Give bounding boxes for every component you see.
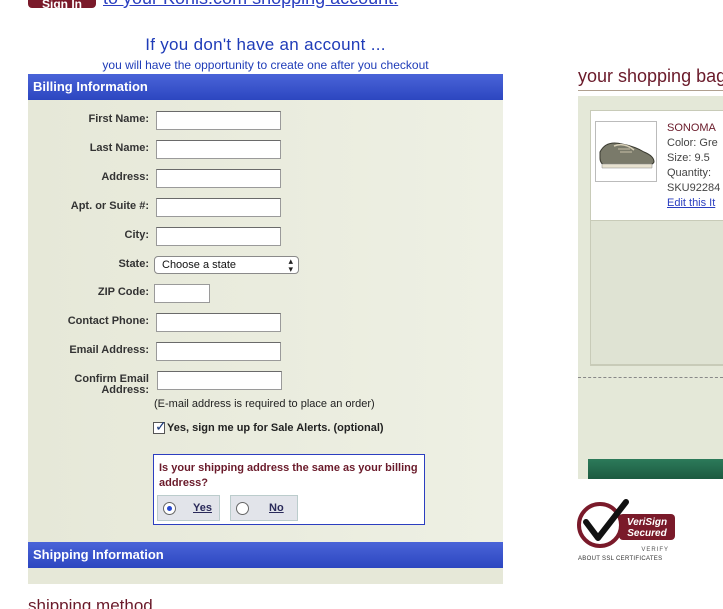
address-field[interactable] — [156, 169, 281, 188]
product-size: Size: 9.5 — [667, 152, 710, 164]
product-thumbnail[interactable] — [595, 121, 657, 182]
same-address-yes-option[interactable]: Yes — [157, 495, 220, 521]
no-label[interactable]: No — [269, 502, 284, 514]
sale-alerts-label[interactable]: Yes, sign me up for Sale Alerts. (option… — [167, 422, 384, 434]
no-account-subtitle: you will have the opportunity to create … — [102, 58, 429, 72]
city-field[interactable] — [156, 227, 281, 246]
city-label: City: — [124, 229, 149, 241]
phone-label: Contact Phone: — [67, 315, 149, 327]
last-name-label: Last Name: — [89, 142, 149, 154]
same-address-box: Is your shipping address the same as you… — [153, 454, 425, 525]
state-label: State: — [118, 258, 149, 270]
verisign-line1: VeriSign — [627, 517, 667, 528]
product-color: Color: Gre — [667, 137, 718, 149]
yes-label[interactable]: Yes — [193, 502, 212, 514]
shopping-bag-title: your shopping bag — [578, 66, 723, 86]
select-arrows-icon: ▴ ▾ — [288, 256, 293, 274]
billing-section-header: Billing Information — [28, 74, 503, 100]
shipping-method-title: shipping method — [28, 596, 153, 609]
sign-in-button[interactable]: Sign In — [28, 0, 96, 8]
product-name[interactable]: SONOMA — [667, 122, 716, 134]
zip-label: ZIP Code: — [97, 286, 149, 298]
last-name-field[interactable] — [156, 140, 281, 159]
checkout-bar[interactable] — [588, 459, 723, 479]
bag-title-divider — [578, 90, 723, 91]
state-select-value: Choose a state — [162, 259, 236, 271]
apt-field[interactable] — [156, 198, 281, 217]
confirm-email-label-line2: Address: — [101, 384, 149, 396]
sale-alerts-checkbox[interactable]: ✓ — [153, 418, 167, 434]
sign-in-link[interactable]: to your Kohls.com shopping account. — [103, 0, 398, 9]
no-account-title: If you don't have an account ... — [145, 35, 386, 54]
product-quantity: Quantity: — [667, 167, 712, 179]
verisign-verify: VERIFY — [641, 547, 669, 553]
bag-item-lower-area — [590, 220, 723, 365]
radio-selected-icon[interactable] — [163, 502, 176, 515]
same-address-question: Is your shipping address the same as you… — [159, 462, 418, 489]
email-field[interactable] — [156, 342, 281, 361]
product-sku: SKU92284 — [667, 182, 721, 194]
bag-dashed-divider — [578, 377, 723, 378]
apt-label: Apt. or Suite #: — [70, 200, 149, 212]
confirm-email-field[interactable] — [157, 371, 282, 390]
shoe-icon — [599, 142, 655, 169]
email-required-note: (E-mail address is required to place an … — [154, 398, 375, 410]
zip-field[interactable] — [154, 284, 210, 303]
verisign-line2: Secured — [627, 528, 667, 539]
email-label: Email Address: — [69, 344, 149, 356]
first-name-label: First Name: — [88, 113, 149, 125]
address-label: Address: — [101, 171, 149, 183]
state-select[interactable]: Choose a state ▴ ▾ — [154, 256, 299, 274]
radio-unselected-icon[interactable] — [236, 502, 249, 515]
shipping-section-header: Shipping Information — [28, 542, 503, 568]
same-address-no-option[interactable]: No — [230, 495, 298, 521]
first-name-field[interactable] — [156, 111, 281, 130]
verisign-badge[interactable]: VeriSign Secured VERIFY ABOUT SSL CERTIF… — [576, 498, 686, 563]
checkmark-icon: ✓ — [155, 418, 167, 434]
verisign-check-icon: VeriSign Secured VERIFY ABOUT SSL CERTIF… — [577, 499, 675, 562]
edit-item-link[interactable]: Edit this It — [667, 197, 715, 209]
phone-field[interactable] — [156, 313, 281, 332]
verisign-about: ABOUT SSL CERTIFICATES — [578, 556, 662, 562]
